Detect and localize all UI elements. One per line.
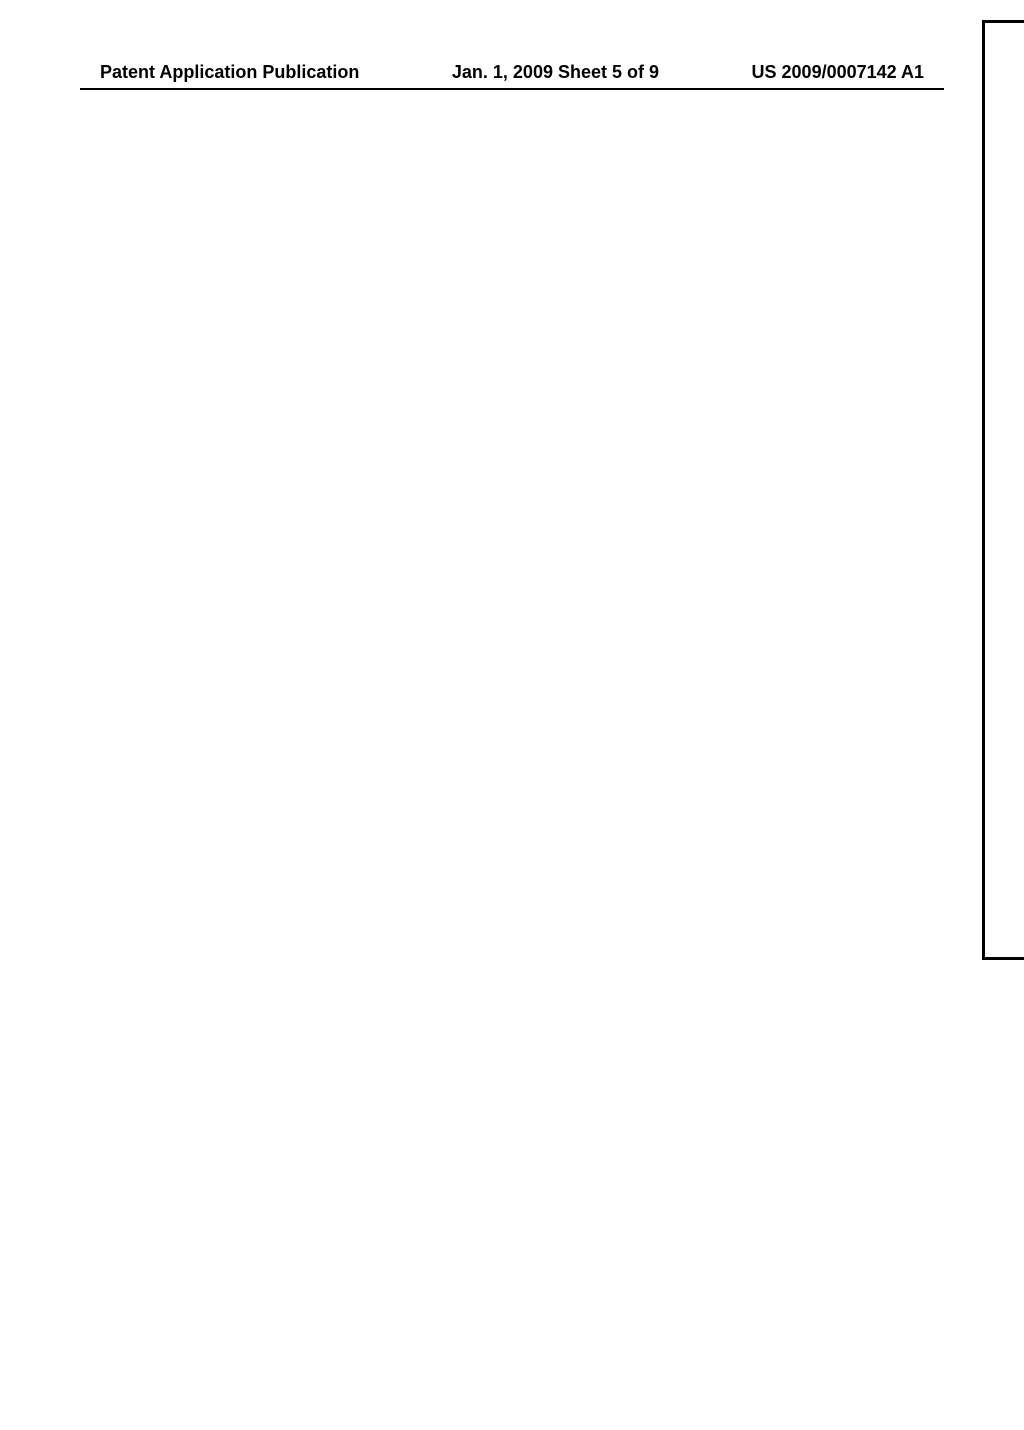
- header-left: Patent Application Publication: [100, 62, 359, 83]
- arrows-overlay: [979, 23, 1024, 963]
- header-right: US 2009/0007142 A1: [752, 62, 924, 83]
- diagram-stage: Figure 5 Process A Activity 1 Activity 2…: [982, 20, 1024, 960]
- header-mid: Jan. 1, 2009 Sheet 5 of 9: [452, 62, 659, 83]
- outer-box: Process A Activity 1 Activity 2 Activity…: [982, 20, 1024, 960]
- page-header: Patent Application Publication Jan. 1, 2…: [0, 62, 1024, 83]
- diagram-rotated-wrapper: Figure 5 Process A Activity 1 Activity 2…: [712, 490, 1024, 1430]
- header-rule: [80, 88, 944, 90]
